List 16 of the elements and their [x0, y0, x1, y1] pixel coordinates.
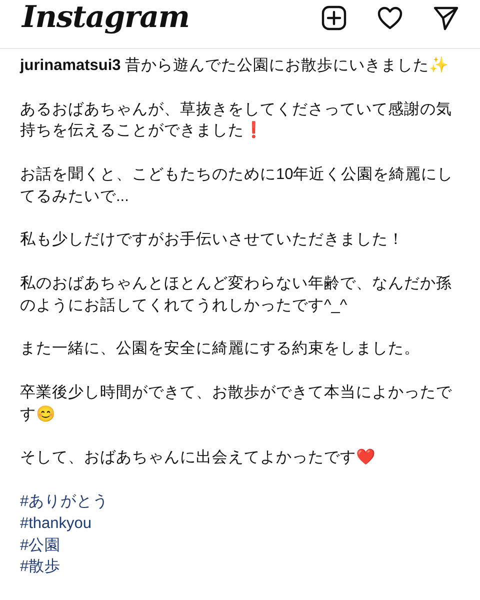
caption-text: jurinamatsui3 昔から遊んでた公園にお散歩にいきました✨ — [20, 57, 448, 74]
instagram-logo: Instagram — [22, 3, 190, 33]
hashtag-link[interactable]: #thankyou — [20, 512, 92, 535]
hashtag-link[interactable]: #ありがとう — [20, 490, 109, 513]
caption-text: 私も少しだけですがお手伝いさせていただきました！ — [20, 231, 404, 248]
caption-text: そして、おばあちゃんに出会えてよかったです❤ — [20, 449, 375, 466]
caption-text: あるおばあちゃんが、草抜きをしてくださっていて感謝の気持ちを伝えることができました❗ — [20, 100, 452, 140]
send-icon[interactable] — [432, 4, 460, 32]
heart-icon[interactable] — [376, 4, 404, 32]
plus-square-icon[interactable] — [320, 4, 348, 32]
caption-text: また一緒に、公園を安全に綺麗にする約束をしました。 — [20, 340, 420, 358]
caption-text: 私のおばあちゃんとほとんど変わらない年齢で、なんだか孫のようにお話してくれてうれしかったです^_^ — [20, 274, 452, 314]
caption-text: お話を聞くと、こどもたちのために10年近く公園を綺麗にしてるみたいで... — [20, 166, 454, 205]
caption-text: 卒業後少し時間ができて、お散歩ができて本当によかったです😊 — [20, 384, 452, 423]
hashtag-link[interactable]: #公園 — [20, 534, 61, 556]
hashtag-link[interactable]: #散歩 — [20, 556, 61, 578]
